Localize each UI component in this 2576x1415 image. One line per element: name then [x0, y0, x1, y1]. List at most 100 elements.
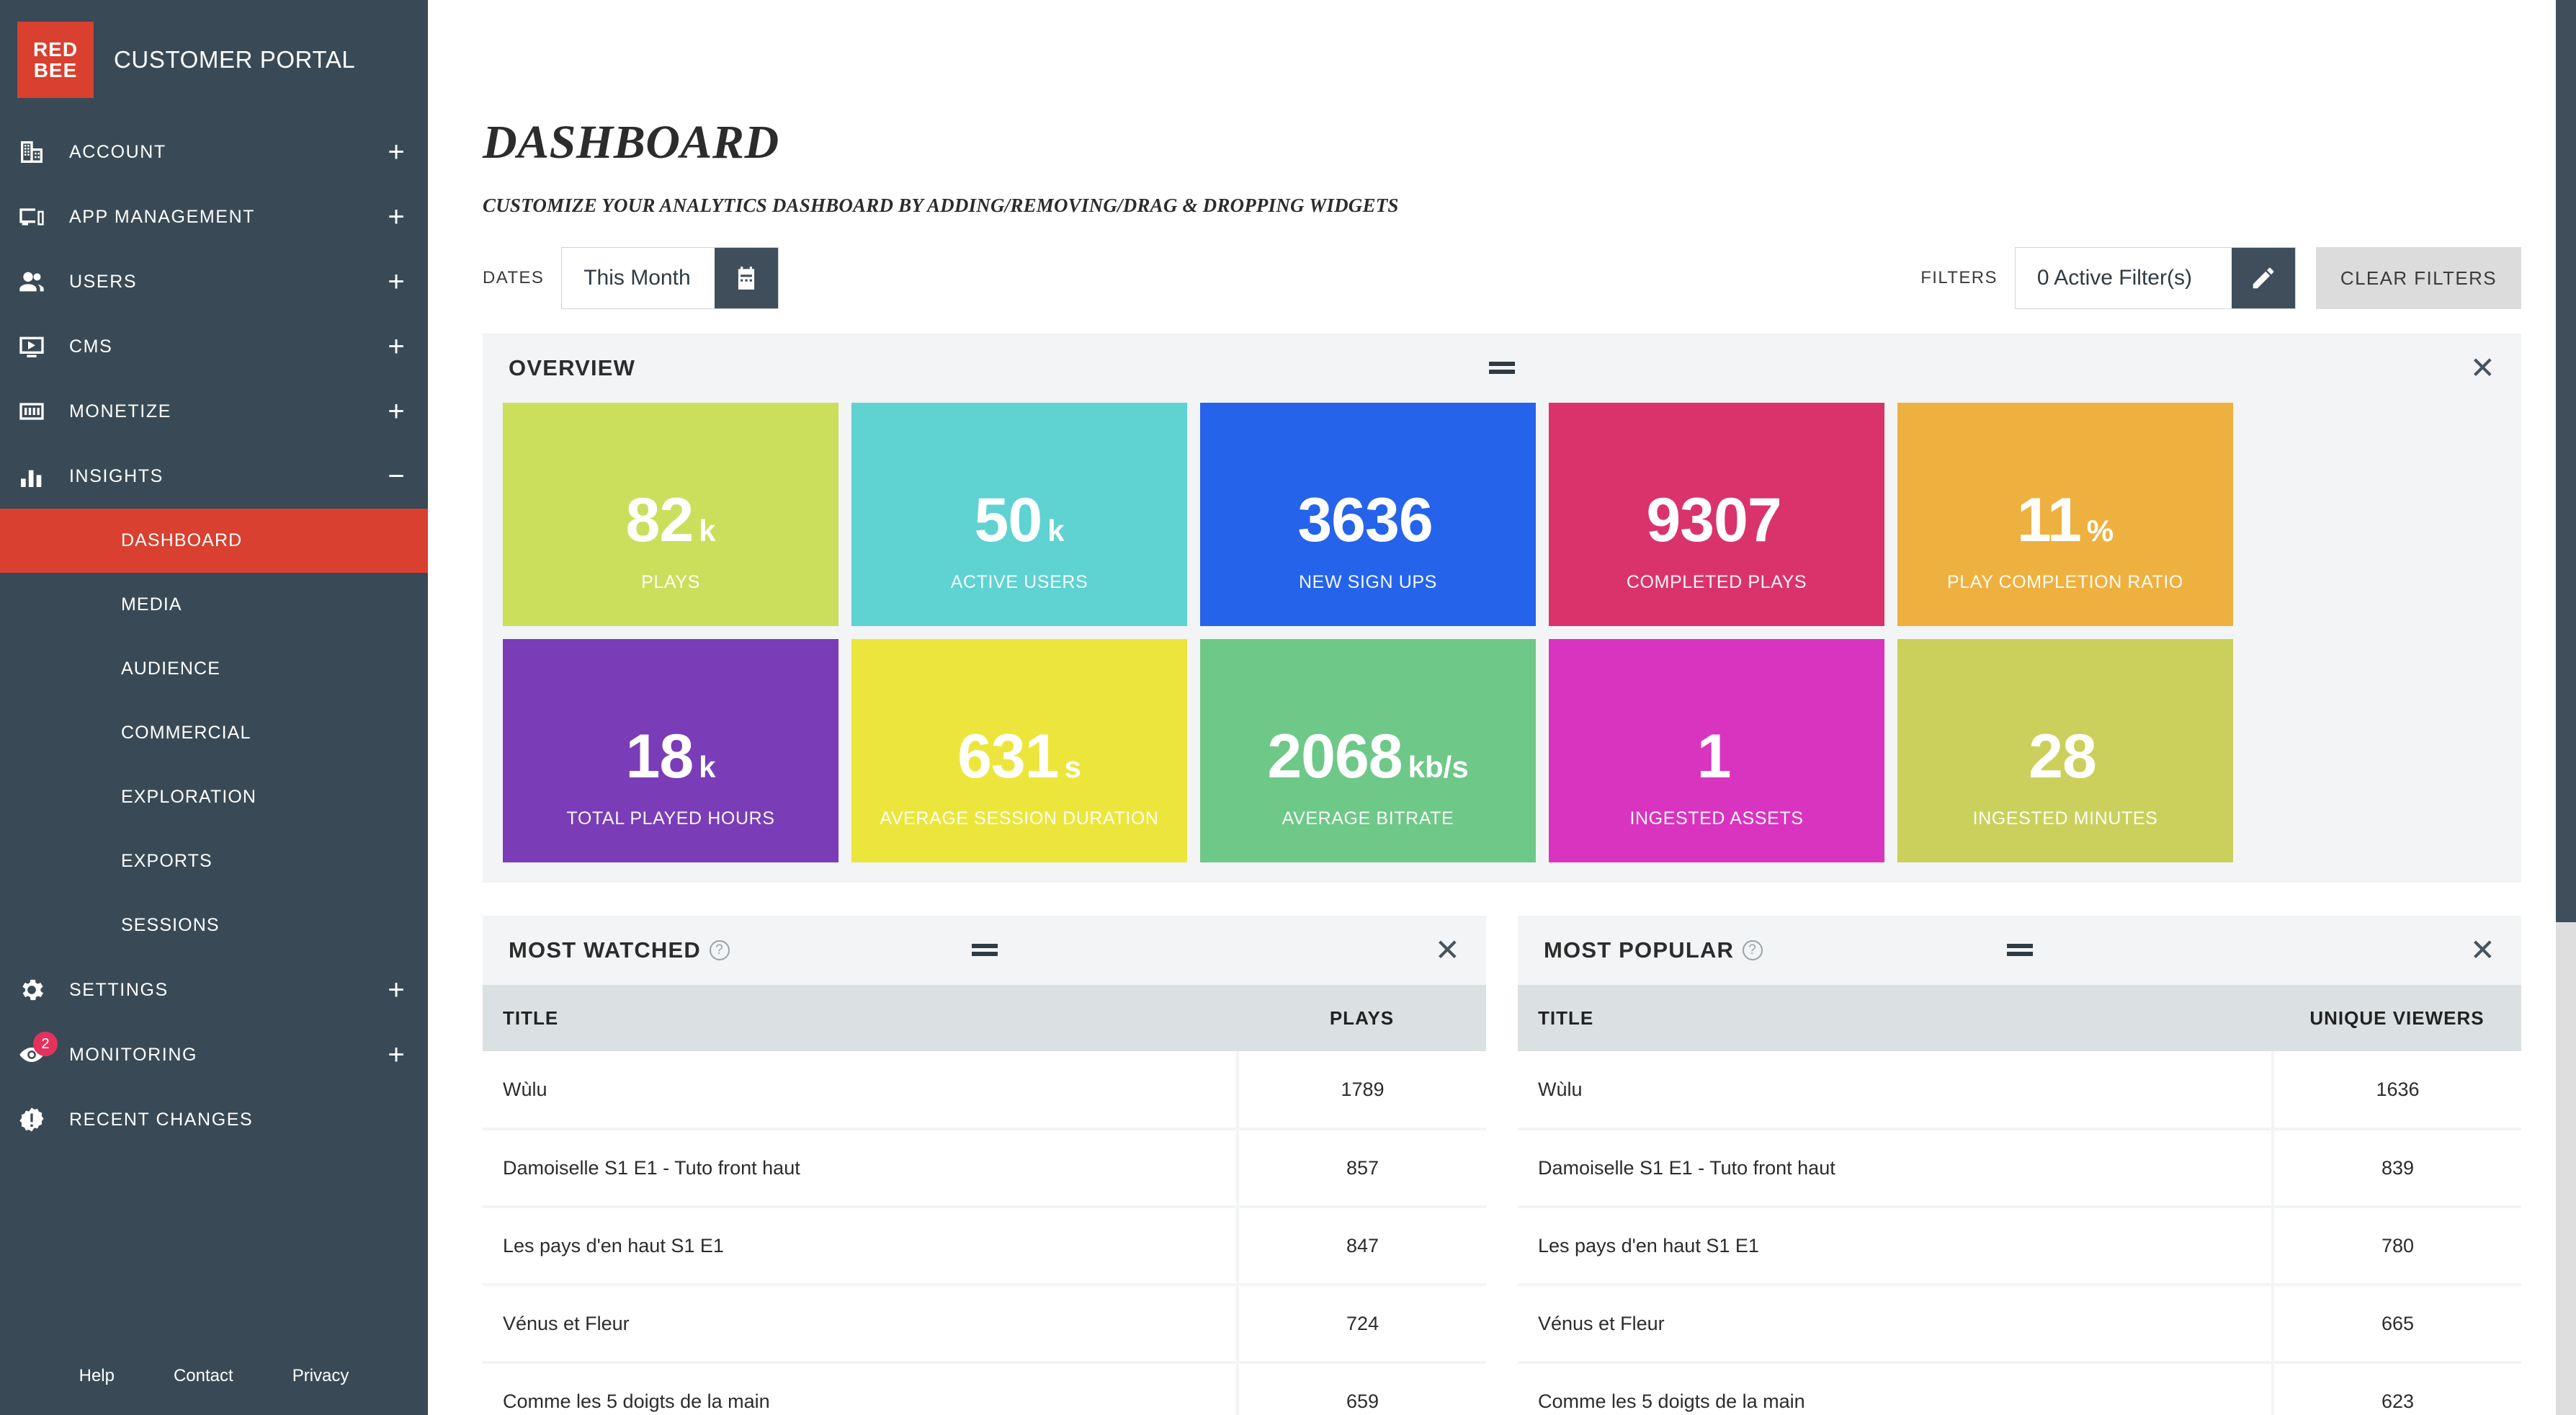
sidebar-item-exploration[interactable]: EXPLORATION — [0, 765, 428, 829]
sidebar-item-label: RECENT CHANGES — [69, 1109, 254, 1130]
table-row[interactable]: Les pays d'en haut S1 E1 847 — [483, 1207, 1486, 1286]
expand-toggle-cms[interactable]: + — [382, 332, 411, 361]
sidebar-item-insights[interactable]: INSIGHTS − — [0, 444, 428, 509]
cell-value: 780 — [2271, 1207, 2521, 1286]
column-header-title[interactable]: TITLE — [1518, 985, 2273, 1051]
sidebar-item-commercial[interactable]: COMMERCIAL — [0, 701, 428, 765]
table-row[interactable]: Comme les 5 doigts de la main 659 — [483, 1362, 1486, 1415]
kpi-unit: % — [2086, 514, 2114, 548]
close-icon[interactable]: ✕ — [2470, 935, 2495, 965]
column-header-title[interactable]: TITLE — [483, 985, 1238, 1051]
sidebar-item-monetize[interactable]: MONETIZE + — [0, 379, 428, 444]
kpi-value: 1 — [1696, 722, 1732, 791]
sidebar-item-settings[interactable]: SETTINGS + — [0, 958, 428, 1022]
overview-widget-header: OVERVIEW ✕ — [483, 334, 2521, 403]
help-icon[interactable]: ? — [709, 940, 730, 960]
footer-link-privacy[interactable]: Privacy — [292, 1366, 349, 1386]
expand-toggle-users[interactable]: + — [382, 267, 411, 296]
table-widgets-row: MOST WATCHED ? ✕ TITLE PLAYS Wùlu 1789 D… — [483, 916, 2521, 1415]
page-subtitle: CUSTOMIZE YOUR ANALYTICS DASHBOARD BY AD… — [483, 195, 1399, 216]
sidebar-item-monitoring[interactable]: 2 MONITORING + — [0, 1022, 428, 1087]
kpi-caption: ACTIVE USERS — [950, 572, 1088, 592]
redbee-logo[interactable]: RED BEE — [17, 22, 94, 98]
sidebar-item-media[interactable]: MEDIA — [0, 573, 428, 637]
scrollbar-thumb[interactable] — [2556, 0, 2576, 922]
sidebar-item-app-management[interactable]: APP MANAGEMENT + — [0, 184, 428, 249]
brand-header: RED BEE CUSTOMER PORTAL — [0, 0, 428, 120]
footer-link-contact[interactable]: Contact — [174, 1366, 233, 1386]
close-icon[interactable]: ✕ — [2470, 353, 2495, 383]
drag-handle-icon[interactable] — [971, 944, 998, 956]
kpi-tile-play-completion-ratio[interactable]: 11% PLAY COMPLETION RATIO — [1897, 403, 2233, 626]
column-header-plays[interactable]: PLAYS — [1238, 985, 1486, 1051]
close-icon[interactable]: ✕ — [1435, 935, 1460, 965]
bar-chart-icon — [17, 462, 59, 491]
calendar-icon[interactable] — [715, 248, 779, 308]
most-watched-title: MOST WATCHED ? — [509, 937, 730, 963]
date-range-picker[interactable]: This Month — [561, 247, 779, 309]
drag-handle-icon[interactable] — [2006, 944, 2033, 956]
main-content: DASHBOARD CUSTOMIZE YOUR ANALYTICS DASHB… — [428, 0, 2576, 1415]
sidebar-item-dashboard[interactable]: DASHBOARD — [0, 509, 428, 573]
kpi-tile-plays[interactable]: 82 k PLAYS — [503, 403, 838, 626]
help-icon[interactable]: ? — [1743, 940, 1763, 960]
sidebar-item-label: CMS — [69, 336, 113, 357]
expand-toggle-account[interactable]: + — [382, 138, 411, 166]
kpi-tile-new-sign-ups[interactable]: 3636 NEW SIGN UPS — [1200, 403, 1536, 626]
table-row[interactable]: Wùlu 1789 — [483, 1051, 1486, 1130]
drag-handle-icon[interactable] — [1489, 362, 1515, 374]
kpi-unit: k — [1047, 514, 1065, 548]
kpi-tile-average-bitrate[interactable]: 2068 kb/s AVERAGE BITRATE — [1200, 639, 1536, 862]
table-row[interactable]: Damoiselle S1 E1 - Tuto front haut 839 — [1518, 1129, 2521, 1208]
sidebar-item-users[interactable]: USERS + — [0, 249, 428, 314]
column-header-unique-viewers[interactable]: UNIQUE VIEWERS — [2273, 985, 2521, 1051]
video-icon — [17, 332, 59, 361]
kpi-tile-total-played-hours[interactable]: 18 k TOTAL PLAYED HOURS — [503, 639, 838, 862]
sidebar-item-recent-changes[interactable]: RECENT CHANGES — [0, 1087, 428, 1152]
expand-toggle-monitoring[interactable]: + — [382, 1040, 411, 1069]
kpi-tile-active-users[interactable]: 50 k ACTIVE USERS — [851, 403, 1187, 626]
cell-value: 659 — [1236, 1362, 1486, 1415]
collapse-toggle-insights[interactable]: − — [382, 462, 411, 491]
kpi-value: 9307 — [1646, 486, 1781, 555]
app-root: RED BEE CUSTOMER PORTAL ACCOUNT + APP MA… — [0, 0, 2576, 1415]
table-row[interactable]: Vénus et Fleur 665 — [1518, 1285, 2521, 1364]
sidebar-item-sessions[interactable]: SESSIONS — [0, 893, 428, 958]
sidebar: RED BEE CUSTOMER PORTAL ACCOUNT + APP MA… — [0, 0, 428, 1415]
kpi-tile-ingested-minutes[interactable]: 28 INGESTED MINUTES — [1897, 639, 2233, 862]
cell-title: Damoiselle S1 E1 - Tuto front haut — [483, 1129, 1238, 1208]
table-row[interactable]: Les pays d'en haut S1 E1 780 — [1518, 1207, 2521, 1286]
sidebar-item-account[interactable]: ACCOUNT + — [0, 120, 428, 184]
table-header-row: TITLE PLAYS — [483, 985, 1486, 1051]
sidebar-item-exports[interactable]: EXPORTS — [0, 829, 428, 893]
pencil-icon[interactable] — [2231, 248, 2295, 308]
dates-label: DATES — [483, 268, 545, 287]
expand-toggle-app-management[interactable]: + — [382, 202, 411, 231]
subnav-label: EXPLORATION — [121, 787, 257, 807]
gear-icon — [17, 976, 59, 1004]
expand-toggle-settings[interactable]: + — [382, 976, 411, 1004]
sidebar-item-audience[interactable]: AUDIENCE — [0, 637, 428, 701]
footer-link-help[interactable]: Help — [79, 1366, 115, 1386]
logo-text-bee: BEE — [33, 59, 78, 81]
cell-value: 1789 — [1236, 1051, 1486, 1130]
overview-title: OVERVIEW — [509, 355, 635, 381]
expand-toggle-monetize[interactable]: + — [382, 397, 411, 426]
cell-value: 623 — [2271, 1362, 2521, 1415]
table-row[interactable]: Damoiselle S1 E1 - Tuto front haut 857 — [483, 1129, 1486, 1208]
table-row[interactable]: Wùlu 1636 — [1518, 1051, 2521, 1130]
sidebar-item-cms[interactable]: CMS + — [0, 314, 428, 379]
kpi-value: 28 — [2029, 722, 2097, 791]
eye-icon: 2 — [17, 1032, 59, 1069]
clear-filters-button[interactable]: CLEAR FILTERS — [2315, 247, 2521, 309]
kpi-tile-ingested-assets[interactable]: 1 INGESTED ASSETS — [1549, 639, 1884, 862]
scrollbar-track[interactable] — [2556, 922, 2576, 1415]
kpi-tile-average-session-duration[interactable]: 631 s AVERAGE SESSION DURATION — [851, 639, 1187, 862]
page-scrollbar[interactable] — [2556, 0, 2576, 1415]
kpi-tile-completed-plays[interactable]: 9307 COMPLETED PLAYS — [1549, 403, 1884, 626]
table-row[interactable]: Comme les 5 doigts de la main 623 — [1518, 1362, 2521, 1415]
cell-value: 724 — [1236, 1285, 1486, 1364]
page-title: DASHBOARD — [483, 116, 779, 169]
filters-picker[interactable]: 0 Active Filter(s) — [2014, 247, 2296, 309]
table-row[interactable]: Vénus et Fleur 724 — [483, 1285, 1486, 1364]
